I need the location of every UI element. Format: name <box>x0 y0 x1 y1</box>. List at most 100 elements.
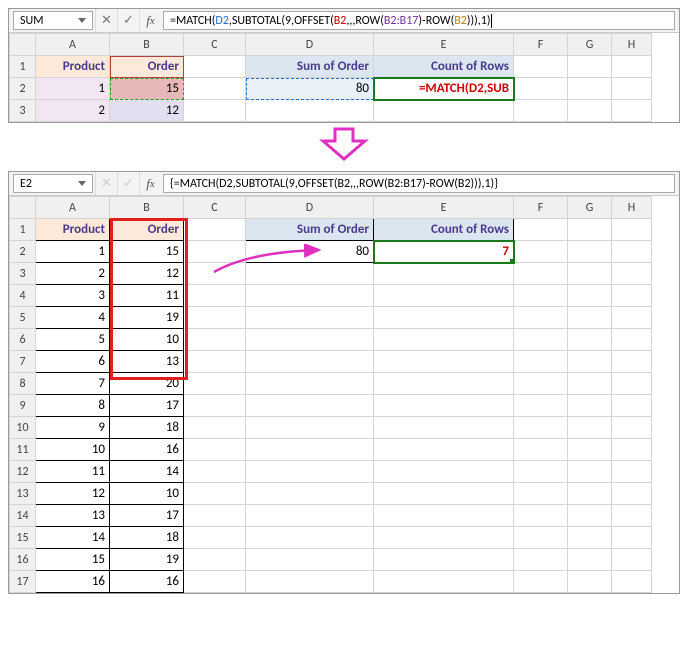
cell[interactable] <box>184 351 246 373</box>
cell[interactable] <box>374 329 514 351</box>
active-cell-editing[interactable]: =MATCH(D2,SUB <box>374 78 514 100</box>
col-header-F[interactable]: F <box>514 197 568 219</box>
cell[interactable]: 1 <box>36 241 110 263</box>
cell[interactable]: Order <box>110 219 184 241</box>
cell[interactable]: 9 <box>36 417 110 439</box>
col-header-B[interactable]: B <box>110 34 184 56</box>
cell[interactable] <box>514 241 568 263</box>
cell[interactable] <box>246 549 374 571</box>
col-header-H[interactable]: H <box>612 34 652 56</box>
cell[interactable] <box>246 329 374 351</box>
cell[interactable] <box>184 527 246 549</box>
col-header-H[interactable]: H <box>612 197 652 219</box>
cell[interactable] <box>514 505 568 527</box>
cell[interactable]: 18 <box>110 527 184 549</box>
chevron-down-icon[interactable] <box>78 18 86 23</box>
cell[interactable] <box>612 285 652 307</box>
col-header-F[interactable]: F <box>514 34 568 56</box>
cell[interactable] <box>184 78 246 100</box>
cell[interactable] <box>374 527 514 549</box>
cell[interactable]: 6 <box>36 351 110 373</box>
cell[interactable] <box>246 395 374 417</box>
col-header-B[interactable]: B <box>110 197 184 219</box>
name-box[interactable]: SUM <box>13 11 93 30</box>
row-header[interactable]: 4 <box>10 285 36 307</box>
cell[interactable] <box>514 263 568 285</box>
cell[interactable]: Order <box>110 56 184 78</box>
row-header[interactable]: 7 <box>10 351 36 373</box>
cell[interactable]: 19 <box>110 549 184 571</box>
row-header[interactable]: 5 <box>10 307 36 329</box>
cell[interactable] <box>568 505 612 527</box>
col-header-E[interactable]: E <box>374 34 514 56</box>
cell[interactable]: 13 <box>36 505 110 527</box>
cell[interactable] <box>514 56 568 78</box>
cell[interactable] <box>184 307 246 329</box>
cell[interactable]: 12 <box>36 483 110 505</box>
cell[interactable] <box>246 439 374 461</box>
cell[interactable] <box>374 439 514 461</box>
cell[interactable]: 10 <box>110 483 184 505</box>
cell[interactable]: 14 <box>110 461 184 483</box>
cell[interactable] <box>246 373 374 395</box>
cell[interactable] <box>612 439 652 461</box>
cell[interactable] <box>184 461 246 483</box>
cancel-formula-button[interactable]: ✕ <box>95 9 117 32</box>
row-header[interactable]: 1 <box>10 56 36 78</box>
cell[interactable]: 17 <box>110 505 184 527</box>
cell[interactable] <box>514 100 568 122</box>
cell[interactable]: Count of Rows <box>374 219 514 241</box>
cell[interactable]: Sum of Order <box>246 56 374 78</box>
col-header-D[interactable]: D <box>246 34 374 56</box>
col-header-G[interactable]: G <box>568 197 612 219</box>
cell[interactable] <box>514 219 568 241</box>
cell[interactable] <box>184 483 246 505</box>
cell[interactable] <box>612 56 652 78</box>
name-box[interactable]: E2 <box>13 174 93 193</box>
cell[interactable] <box>568 417 612 439</box>
cell[interactable]: 15 <box>110 78 184 100</box>
row-header[interactable]: 2 <box>10 241 36 263</box>
cell[interactable]: 12 <box>110 263 184 285</box>
cell[interactable] <box>184 395 246 417</box>
cell[interactable] <box>246 307 374 329</box>
cell[interactable]: 20 <box>110 373 184 395</box>
cell[interactable] <box>184 417 246 439</box>
cell[interactable] <box>246 100 374 122</box>
cell[interactable] <box>246 417 374 439</box>
cell[interactable] <box>246 571 374 593</box>
cell[interactable] <box>568 219 612 241</box>
cell[interactable]: 15 <box>110 241 184 263</box>
cell[interactable] <box>568 329 612 351</box>
cell[interactable]: Product <box>36 219 110 241</box>
cell[interactable] <box>184 100 246 122</box>
select-all-corner[interactable] <box>10 34 36 56</box>
row-header[interactable]: 3 <box>10 263 36 285</box>
cell[interactable] <box>246 461 374 483</box>
cell[interactable] <box>612 373 652 395</box>
row-header[interactable]: 14 <box>10 505 36 527</box>
cell[interactable]: 11 <box>110 285 184 307</box>
cell[interactable]: 10 <box>36 439 110 461</box>
cell[interactable]: 16 <box>36 571 110 593</box>
col-header-E[interactable]: E <box>374 197 514 219</box>
formula-input[interactable]: {=MATCH(D2,SUBTOTAL(9,OFFSET(B2,,,ROW(B2… <box>163 174 675 193</box>
cell[interactable] <box>374 351 514 373</box>
cell[interactable] <box>514 483 568 505</box>
cell[interactable] <box>184 505 246 527</box>
row-header[interactable]: 6 <box>10 329 36 351</box>
cell[interactable] <box>184 549 246 571</box>
cell[interactable] <box>246 263 374 285</box>
row-header[interactable]: 16 <box>10 549 36 571</box>
cell[interactable] <box>568 373 612 395</box>
cell[interactable]: Sum of Order <box>246 219 374 241</box>
cell[interactable] <box>374 263 514 285</box>
cell[interactable] <box>612 241 652 263</box>
cell[interactable] <box>184 571 246 593</box>
cell[interactable] <box>612 417 652 439</box>
cell[interactable] <box>568 483 612 505</box>
row-header[interactable]: 3 <box>10 100 36 122</box>
col-header-D[interactable]: D <box>246 197 374 219</box>
cell[interactable] <box>374 549 514 571</box>
cell[interactable]: 10 <box>110 329 184 351</box>
